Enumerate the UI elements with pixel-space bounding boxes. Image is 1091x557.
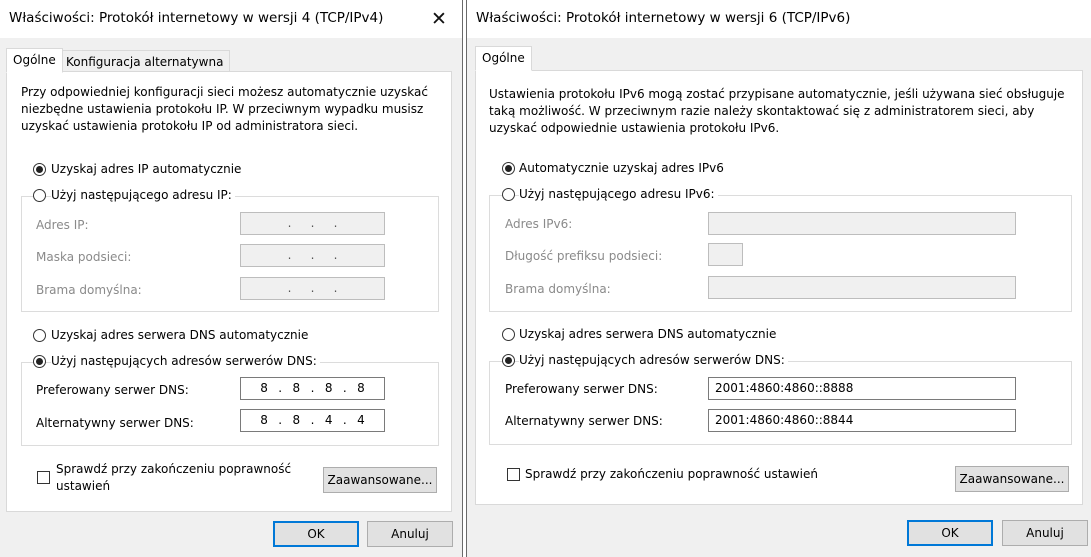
radio-manual-ip-label: Użyj następującego adresu IP: [51, 188, 235, 202]
ipv4-dialog-title: Właściwości: Protokół internetowy w wers… [9, 10, 384, 26]
default-gateway-label: Brama domyślna: [36, 283, 142, 297]
tab-alternate-config[interactable]: Konfiguracja alternatywna [59, 50, 231, 72]
ipv6-title-bar[interactable]: Właściwości: Protokół internetowy w wers… [467, 0, 1091, 38]
alternate-dns-label: Alternatywny serwer DNS: [36, 416, 194, 430]
ipv6-gateway-label: Brama domyślna: [505, 282, 611, 296]
subnet-mask-field[interactable]: ... [240, 244, 385, 267]
alternate-dns-label: Alternatywny serwer DNS: [505, 414, 663, 428]
ipv6-address-field[interactable] [708, 212, 1016, 235]
ipv6-address-label: Adres IPv6: [505, 217, 573, 231]
radio-manual-ipv6-label: Użyj następującego adresu IPv6: [519, 187, 718, 201]
advanced-button[interactable]: Zaawansowane... [323, 467, 437, 493]
radio-auto-ipv6[interactable] [502, 162, 515, 175]
alternate-dns-field[interactable]: 8. 8. 4. 4 [240, 409, 385, 432]
tab-general[interactable]: Ogólne [6, 48, 63, 73]
radio-auto-dns[interactable] [33, 329, 46, 342]
dns-group [21, 362, 439, 446]
validate-label: Sprawdź przy zakończeniu poprawność usta… [56, 462, 292, 493]
ip-address-label: Adres IP: [36, 218, 89, 232]
ipv4-properties-dialog: Właściwości: Protokół internetowy w wers… [0, 0, 463, 557]
octet: 4 [357, 413, 365, 427]
octet: 8 [324, 381, 333, 395]
radio-manual-ipv6[interactable] [502, 188, 515, 201]
ipv6-properties-dialog: Właściwości: Protokół internetowy w wers… [466, 0, 1091, 557]
validate-label: Sprawdź przy zakończeniu poprawność usta… [525, 467, 818, 481]
tab-general[interactable]: Ogólne [475, 46, 532, 71]
radio-auto-dns-label: Uzyskaj adres serwera DNS automatycznie [51, 328, 309, 342]
radio-manual-dns-label: Użyj następujących adresów serwerów DNS: [51, 354, 320, 368]
octet: 8 [260, 413, 268, 427]
radio-auto-ipv6-label: Automatycznie uzyskaj adres IPv6 [519, 161, 724, 175]
radio-manual-dns[interactable] [502, 354, 515, 367]
ok-button[interactable]: OK [907, 520, 993, 546]
validate-checkbox[interactable] [507, 468, 520, 481]
preferred-dns-field[interactable]: 8. 8. 8. 8 [240, 377, 385, 400]
octet: 4 [324, 413, 333, 427]
radio-auto-ip-label: Uzyskaj adres IP automatycznie [51, 162, 242, 176]
ipv6-dns-group [489, 361, 1072, 445]
preferred-dns-label: Preferowany serwer DNS: [505, 382, 658, 396]
advanced-button[interactable]: Zaawansowane... [955, 466, 1069, 492]
radio-auto-dns[interactable] [502, 328, 515, 341]
radio-manual-dns-label: Użyj następujących adresów serwerów DNS: [519, 353, 788, 367]
subnet-mask-label: Maska podsieci: [36, 250, 132, 264]
ok-button[interactable]: OK [273, 521, 359, 547]
validate-checkbox[interactable] [37, 471, 50, 484]
prefix-length-field[interactable] [708, 243, 743, 266]
radio-auto-dns-label: Uzyskaj adres serwera DNS automatycznie [519, 327, 777, 341]
radio-manual-dns[interactable] [33, 355, 46, 368]
cancel-button[interactable]: Anuluj [1002, 520, 1088, 546]
preferred-dns-field[interactable]: 2001:4860:4860::8888 [708, 377, 1016, 400]
radio-auto-ip[interactable] [33, 163, 46, 176]
ip-address-field[interactable]: ... [240, 212, 385, 235]
ipv4-description: Przy odpowiedniej konfiguracji sieci moż… [21, 85, 428, 133]
preferred-dns-label: Preferowany serwer DNS: [36, 383, 189, 397]
octet: 8 [357, 381, 365, 395]
alternate-dns-field[interactable]: 2001:4860:4860::8844 [708, 409, 1016, 432]
ipv6-gateway-field[interactable] [708, 276, 1016, 299]
ipv6-description: Ustawienia protokołu IPv6 mogą zostać pr… [489, 87, 1065, 135]
radio-manual-ip[interactable] [33, 189, 46, 202]
prefix-length-label: Długość prefiksu podsieci: [505, 249, 663, 263]
ipv6-dialog-title: Właściwości: Protokół internetowy w wers… [476, 10, 851, 26]
octet: 8 [292, 381, 301, 395]
default-gateway-field[interactable]: ... [240, 277, 385, 300]
octet: 8 [260, 381, 268, 395]
ipv4-title-bar[interactable]: Właściwości: Protokół internetowy w wers… [0, 0, 462, 38]
close-icon[interactable]: ✕ [426, 6, 452, 32]
octet: 8 [292, 413, 301, 427]
cancel-button[interactable]: Anuluj [367, 521, 453, 547]
